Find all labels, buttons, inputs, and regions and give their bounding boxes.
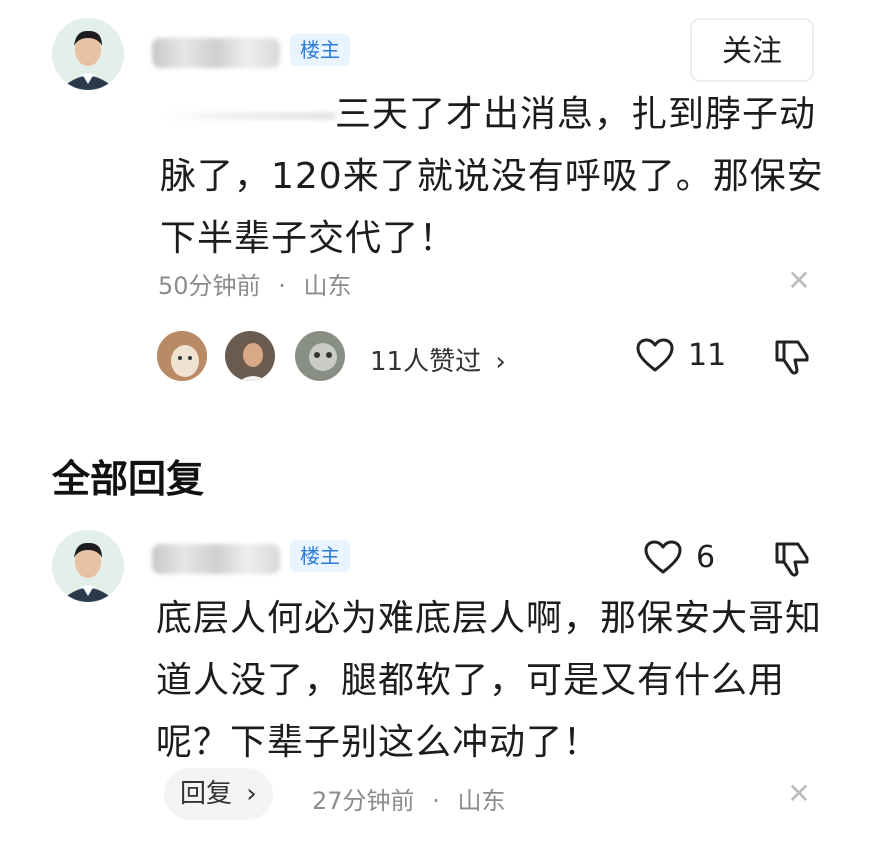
close-icon[interactable]: ✕: [786, 267, 812, 295]
post-location: 山东: [303, 272, 352, 300]
author-avatar[interactable]: [52, 18, 124, 90]
reply-like-count: 6: [696, 540, 716, 575]
reply-button[interactable]: 回复 ›: [164, 768, 273, 820]
reply-op-badge: 楼主: [290, 540, 350, 572]
post-meta: 50分钟前 · 山东: [158, 266, 351, 301]
liker-avatar[interactable]: [292, 328, 348, 384]
reply-author-name-blurred[interactable]: [152, 544, 280, 574]
post-time: 50分钟前: [158, 272, 261, 300]
reply-content: 底层人何必为难底层人啊，那保安大哥知 道人没了，腿都软了，可是又有什么用 呢？下…: [156, 588, 856, 774]
follow-button[interactable]: 关注: [690, 18, 814, 82]
meta-separator: ·: [278, 272, 286, 300]
thumbs-down-icon[interactable]: [774, 338, 810, 380]
redacted-text: [160, 112, 335, 120]
all-replies-title: 全部回复: [52, 457, 205, 501]
heart-icon[interactable]: [644, 540, 682, 580]
meta-separator: ·: [432, 787, 440, 815]
author-name-blurred[interactable]: [152, 38, 280, 68]
liker-avatar[interactable]: [154, 328, 210, 384]
reply-content-line-1: 底层人何必为难底层人啊，那保安大哥知: [156, 598, 823, 639]
post-content-line-3: 下半辈子交代了！: [160, 218, 457, 259]
liker-avatar[interactable]: [222, 328, 278, 384]
likers-count-text: 11人赞过: [370, 347, 482, 377]
thumbs-down-icon[interactable]: [774, 540, 810, 582]
reply-meta: 27分钟前 · 山东: [312, 781, 505, 816]
post-content: 三天了才出消息，扎到脖子动 脉了，120来了就说没有呼吸了。那保安 下半辈子交代…: [160, 84, 850, 270]
close-icon[interactable]: ✕: [786, 780, 812, 808]
reply-author-avatar[interactable]: [52, 530, 124, 602]
reply-location: 山东: [457, 787, 506, 815]
comment-thread: 楼主 关注 三天了才出消息，扎到脖子动 脉了，120来了就说没有呼吸了。那保安 …: [0, 0, 878, 854]
post-content-line-1: 三天了才出消息，扎到脖子动: [335, 94, 817, 135]
op-badge: 楼主: [290, 34, 350, 66]
reply-content-line-3: 呢？下辈子别这么冲动了！: [156, 722, 601, 763]
post-like-count: 11: [688, 338, 727, 373]
chevron-right-icon: ›: [246, 779, 257, 809]
reply-time: 27分钟前: [312, 787, 415, 815]
likers-summary[interactable]: 11人赞过 ›: [370, 341, 506, 378]
post-content-line-2: 脉了，120来了就说没有呼吸了。那保安: [160, 156, 824, 197]
heart-icon[interactable]: [636, 338, 674, 378]
reply-content-line-2: 道人没了，腿都软了，可是又有什么用: [156, 660, 786, 701]
reply-button-label: 回复: [180, 779, 233, 809]
chevron-right-icon: ›: [495, 347, 506, 377]
